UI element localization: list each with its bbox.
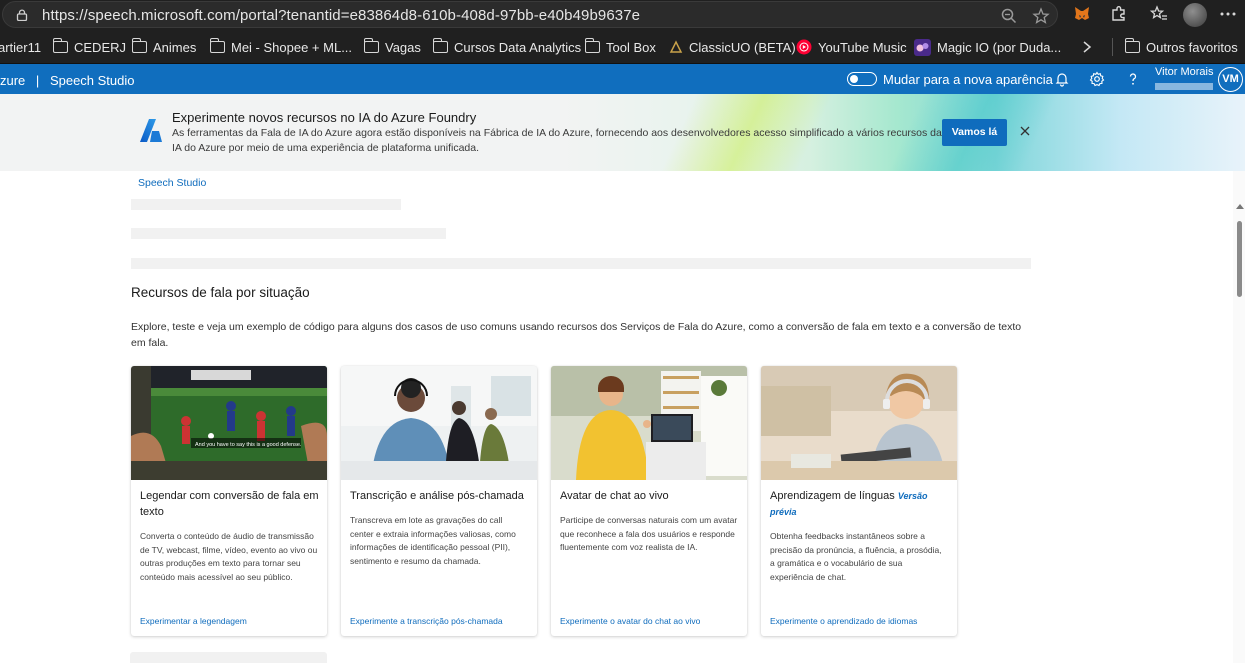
section-description: Explore, teste e veja um exemplo de códi… [131, 321, 1022, 349]
folder-icon [209, 38, 225, 53]
more-options-icon[interactable] [1218, 4, 1238, 24]
card-description: Obtenha feedbacks instantâneos sobre a p… [770, 531, 942, 582]
language-learning-image [761, 366, 957, 480]
folder-icon [52, 38, 68, 53]
help-icon[interactable] [1125, 71, 1141, 87]
card-title: Avatar de chat ao vivo [560, 490, 669, 502]
folder-icon [1124, 38, 1140, 53]
notifications-bell-icon[interactable] [1054, 71, 1070, 87]
profile-avatar[interactable] [1183, 3, 1207, 27]
language-learning-card[interactable]: Aprendizagem de línguas Versão prévia Ob… [761, 366, 957, 636]
bookmark-folder[interactable]: Vagas [363, 38, 421, 56]
section-title: Recursos de fala por situação [131, 285, 310, 300]
live-chat-image [551, 366, 747, 480]
user-name[interactable]: Vitor Morais [1155, 66, 1213, 78]
folder-icon [432, 38, 448, 53]
bookmarks-bar: artier11 CEDERJ Animes Mei - Shopee + ML… [0, 30, 1245, 64]
try-live-chat-link[interactable]: Experimente o avatar do chat ao vivo [560, 616, 700, 626]
bookmark-folder[interactable]: Tool Box [584, 38, 656, 56]
try-captioning-link[interactable]: Experimentar a legendagem [140, 616, 247, 626]
chevron-right-icon[interactable] [1082, 41, 1092, 53]
bookmark-item[interactable]: ClassicUO (BETA) [669, 38, 796, 56]
zoom-icon[interactable] [1000, 7, 1018, 25]
folder-icon [131, 38, 147, 53]
user-email-redacted [1155, 83, 1213, 90]
captioning-card[interactable]: And you have to say this is a good defen… [131, 366, 327, 636]
card-title: Legendar com conversão de fala em texto [140, 490, 319, 518]
folder-icon [584, 38, 600, 53]
new-look-toggle[interactable] [847, 72, 877, 86]
folder-icon [363, 38, 379, 53]
card-description: Transcreva em lote as gravações do call … [350, 515, 516, 566]
live-chat-avatar-card[interactable]: Avatar de chat ao vivo Participe de conv… [551, 366, 747, 636]
magic-io-icon [914, 38, 931, 56]
bookmark-folder[interactable]: Cursos Data Analytics [432, 38, 581, 56]
azure-ai-foundry-logo-icon [140, 119, 162, 142]
site-info-icon[interactable] [16, 9, 28, 21]
captioning-image: And you have to say this is a good defen… [131, 366, 327, 480]
card-title: Aprendizagem de línguas Versão prévia [770, 490, 928, 517]
post-call-analytics-card[interactable]: Transcrição e análise pós-chamada Transc… [341, 366, 537, 636]
captioning-image-caption: And you have to say this is a good defen… [195, 442, 302, 448]
url-field[interactable]: https://speech.microsoft.com/portal?tena… [2, 1, 1058, 28]
breadcrumb-speech-studio[interactable]: Speech Studio [138, 177, 206, 189]
try-language-learning-link[interactable]: Experimente o aprendizado de idiomas [770, 616, 917, 626]
classicuo-icon [669, 40, 683, 53]
browser-address-bar: https://speech.microsoft.com/portal?tena… [0, 0, 1245, 30]
metamask-extension-icon[interactable] [1072, 4, 1092, 24]
header-title[interactable]: zure | Speech Studio [0, 73, 135, 88]
new-look-label: Mudar para a nova aparência [883, 72, 1053, 87]
loading-placeholder [131, 228, 446, 239]
banner-description: As ferramentas da Fala de IA do Azure ag… [172, 127, 942, 154]
favorite-star-icon[interactable] [1032, 7, 1050, 25]
try-post-call-link[interactable]: Experimente a transcrição pós-chamada [350, 616, 503, 626]
settings-gear-icon[interactable] [1089, 71, 1105, 87]
bookmark-folder[interactable]: Animes [131, 38, 196, 56]
bookmarks-divider [1112, 38, 1113, 56]
banner-title: Experimente novos recursos no IA do Azur… [172, 110, 477, 125]
loading-placeholder [131, 258, 1031, 269]
extensions-icon[interactable] [1109, 4, 1129, 24]
bookmark-item[interactable]: Magic IO (por Duda... [914, 38, 1061, 56]
card-description: Converta o conteúdo de áudio de transmis… [140, 531, 318, 582]
other-favorites-folder[interactable]: Outros favoritos [1124, 38, 1238, 56]
bookmark-folder[interactable]: Mei - Shopee + ML... [209, 38, 352, 56]
bookmark-item[interactable]: YouTube Music [796, 38, 907, 56]
bookmark-folder[interactable]: CEDERJ [52, 38, 126, 56]
youtube-music-icon [796, 39, 812, 55]
card-description: Participe de conversas naturais com um a… [560, 515, 738, 552]
user-avatar-initials[interactable]: VM [1219, 68, 1242, 91]
lets-go-button[interactable]: Vamos lá [942, 119, 1007, 146]
card-title: Transcrição e análise pós-chamada [350, 490, 524, 502]
url-text: https://speech.microsoft.com/portal?tena… [42, 7, 641, 24]
call-center-image [341, 366, 537, 480]
loading-placeholder [131, 199, 401, 210]
bookmark-item[interactable]: artier11 [0, 38, 41, 56]
loading-card-placeholder [130, 652, 327, 663]
scroll-up-arrow-icon[interactable] [1236, 204, 1244, 209]
favorites-icon[interactable] [1149, 4, 1169, 24]
scrollbar-thumb[interactable] [1237, 221, 1242, 297]
close-banner-icon[interactable] [1019, 125, 1031, 137]
